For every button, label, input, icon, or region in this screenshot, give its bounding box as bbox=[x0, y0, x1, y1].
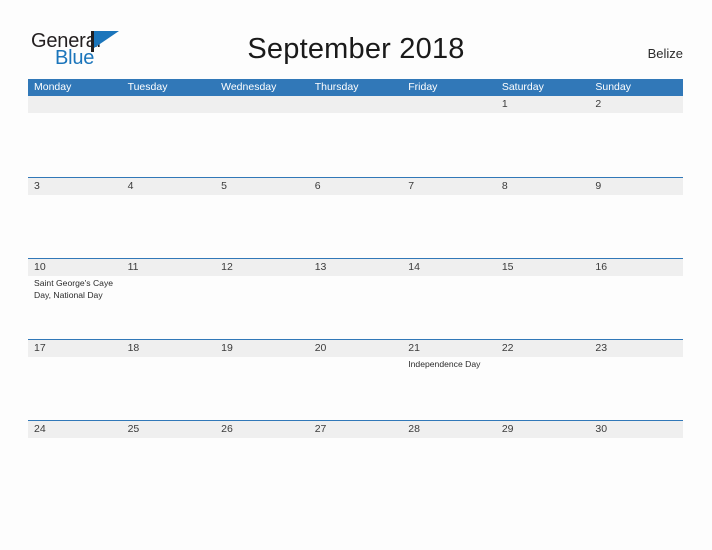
calendar-day-cell-empty bbox=[402, 96, 496, 177]
day-number: 11 bbox=[127, 261, 139, 273]
weekday-header-thursday: Thursday bbox=[314, 81, 359, 93]
holiday-event-label: Saint George's Caye Day, National Day bbox=[34, 278, 114, 300]
holiday-event-label: Independence Day bbox=[408, 359, 481, 369]
calendar-day-cell[interactable]: 10 Saint George's Caye Day, National Day bbox=[28, 259, 122, 340]
page-title: September 2018 bbox=[247, 33, 465, 65]
calendar-day-cell[interactable]: 24 bbox=[28, 421, 122, 502]
calendar-day-cell[interactable]: 5 bbox=[215, 178, 309, 259]
calendar-day-row: 24 25 26 27 28 29 30 bbox=[28, 421, 683, 502]
day-number: 22 bbox=[501, 342, 514, 354]
day-number: 7 bbox=[408, 180, 415, 192]
calendar-day-cell[interactable]: 29 bbox=[496, 421, 590, 502]
calendar-day-cell[interactable]: 20 bbox=[309, 340, 403, 421]
day-number: 30 bbox=[595, 423, 608, 435]
weekday-header-wednesday: Wednesday bbox=[221, 81, 277, 93]
day-number: 28 bbox=[408, 423, 420, 435]
calendar-weeks: 1 2 3 4 5 6 7 8 9 10 Saint George's Caye Day, Nati… bbox=[28, 96, 683, 501]
day-number: 25 bbox=[127, 423, 140, 435]
calendar-day-row: 10 Saint George's Caye Day, National Day 1… bbox=[28, 259, 683, 340]
calendar-day-cell[interactable]: 11 bbox=[122, 259, 216, 340]
calendar-day-cell[interactable]: 17 bbox=[28, 340, 122, 421]
weekday-header-sunday: Sunday bbox=[595, 81, 631, 93]
weekday-header-friday: Friday bbox=[408, 81, 438, 93]
calendar-day-cell[interactable]: 8 bbox=[496, 178, 590, 259]
calendar-day-cell-empty bbox=[215, 96, 309, 177]
day-number: 1 bbox=[501, 98, 508, 110]
day-number: 29 bbox=[501, 423, 514, 435]
day-number bbox=[221, 96, 309, 113]
day-number: 9 bbox=[595, 180, 602, 192]
calendar-day-cell[interactable]: 28 bbox=[402, 421, 496, 502]
day-number: 20 bbox=[314, 342, 327, 354]
weekday-header-monday: Monday bbox=[34, 81, 72, 93]
calendar-week-row: 3 4 5 6 7 8 9 bbox=[28, 177, 683, 258]
calendar-day-cell[interactable]: 30 bbox=[589, 421, 683, 502]
day-number: 2 bbox=[595, 98, 602, 110]
calendar-day-cell[interactable]: 13 bbox=[309, 259, 403, 340]
calendar-day-cell[interactable]: 25 bbox=[122, 421, 216, 502]
calendar-week-row: 10 Saint George's Caye Day, National Day 1… bbox=[28, 258, 683, 339]
calendar-day-cell[interactable]: 19 bbox=[215, 340, 309, 421]
calendar-day-cell[interactable]: 2 bbox=[589, 96, 683, 177]
calendar-week-row: 24 25 26 27 28 29 30 bbox=[28, 420, 683, 501]
calendar-day-cell[interactable]: 23 bbox=[589, 340, 683, 421]
calendar-day-cell-empty bbox=[28, 96, 122, 177]
day-number: 19 bbox=[221, 342, 233, 354]
day-number: 26 bbox=[221, 423, 233, 435]
calendar-week-row: 12 bbox=[28, 96, 683, 177]
calendar-day-cell[interactable]: 18 bbox=[122, 340, 216, 421]
day-number bbox=[315, 96, 403, 113]
calendar-day-cell[interactable]: 21 Independence Day bbox=[402, 340, 496, 421]
calendar-day-row: 17 18 19 20 21 Independence Day 22 23 bbox=[28, 340, 683, 421]
day-number: 17 bbox=[34, 342, 46, 354]
day-number bbox=[34, 96, 122, 113]
calendar-day-cell[interactable]: 7 bbox=[402, 178, 496, 259]
page-header: General Blue September 2018 Belize bbox=[0, 0, 712, 78]
day-number: 21 bbox=[408, 342, 420, 354]
calendar-day-cell-empty bbox=[309, 96, 403, 177]
day-number: 3 bbox=[34, 180, 40, 192]
calendar-day-cell[interactable]: 14 bbox=[402, 259, 496, 340]
calendar-day-cell[interactable]: 4 bbox=[122, 178, 216, 259]
day-number: 18 bbox=[127, 342, 140, 354]
calendar-day-cell[interactable]: 6 bbox=[309, 178, 403, 259]
calendar-day-cell[interactable]: 16 bbox=[589, 259, 683, 340]
calendar-day-cell[interactable]: 26 bbox=[215, 421, 309, 502]
calendar-day-row: 12 bbox=[28, 96, 683, 177]
calendar-grid: Monday Tuesday Wednesday Thursday Friday… bbox=[28, 79, 683, 501]
day-number: 8 bbox=[501, 180, 508, 192]
weekday-header-row: Monday Tuesday Wednesday Thursday Friday… bbox=[28, 79, 683, 96]
day-number: 5 bbox=[221, 180, 227, 192]
calendar-day-cell[interactable]: 9 bbox=[589, 178, 683, 259]
weekday-header-tuesday: Tuesday bbox=[127, 81, 168, 93]
day-number: 13 bbox=[314, 261, 327, 273]
day-number: 10 bbox=[34, 261, 46, 273]
day-number: 6 bbox=[314, 180, 321, 192]
day-number: 27 bbox=[314, 423, 327, 435]
calendar-day-cell[interactable]: 27 bbox=[309, 421, 403, 502]
day-number: 4 bbox=[127, 180, 134, 192]
calendar-day-cell[interactable]: 22 bbox=[496, 340, 590, 421]
day-number: 15 bbox=[501, 261, 514, 273]
day-number: 24 bbox=[34, 423, 46, 435]
region-label: Belize bbox=[647, 46, 683, 61]
day-number: 23 bbox=[595, 342, 608, 354]
day-events: Saint George's Caye Day, National Day bbox=[34, 278, 122, 301]
day-number bbox=[408, 96, 496, 113]
calendar-day-cell[interactable]: 1 bbox=[496, 96, 590, 177]
day-number: 16 bbox=[595, 261, 608, 273]
day-number bbox=[128, 96, 216, 113]
day-number: 12 bbox=[221, 261, 233, 273]
calendar-day-cell[interactable]: 15 bbox=[496, 259, 590, 340]
calendar-day-cell[interactable]: 12 bbox=[215, 259, 309, 340]
calendar-day-row: 3 4 5 6 7 8 9 bbox=[28, 178, 683, 259]
day-events: Independence Day bbox=[408, 359, 496, 371]
day-number: 14 bbox=[408, 261, 420, 273]
calendar-week-row: 17 18 19 20 21 Independence Day 22 23 bbox=[28, 339, 683, 420]
weekday-header-saturday: Saturday bbox=[501, 81, 544, 93]
calendar-day-cell-empty bbox=[122, 96, 216, 177]
calendar-day-cell[interactable]: 3 bbox=[28, 178, 122, 259]
